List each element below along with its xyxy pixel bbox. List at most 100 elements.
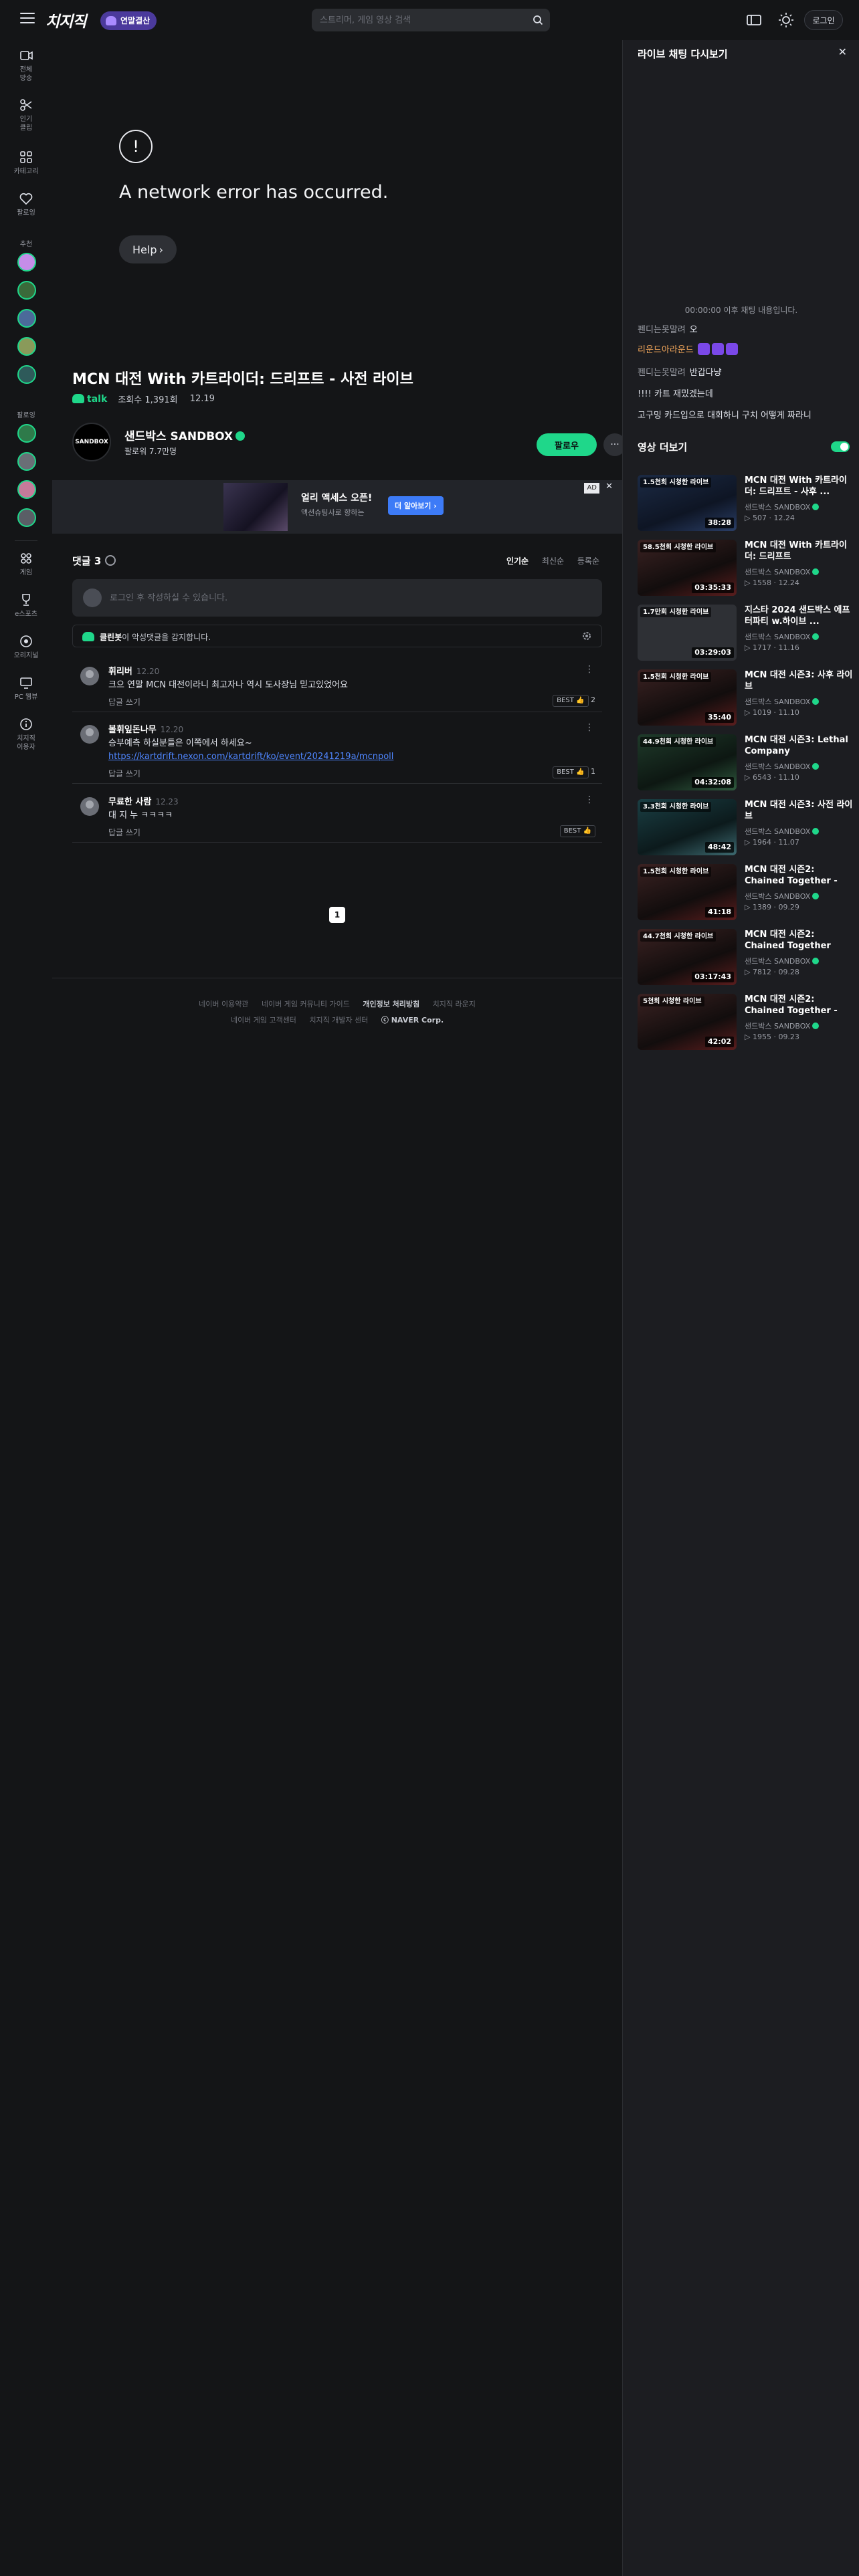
video-card-channel[interactable]: 샌드박스 SANDBOX [745, 761, 820, 772]
video-card-channel[interactable]: 샌드박스 SANDBOX [745, 566, 820, 577]
avatar[interactable] [17, 508, 36, 527]
video-card-title[interactable]: MCN 대전 With 카트라이더: 드리프트 [745, 540, 853, 562]
video-card-channel[interactable]: 샌드박스 SANDBOX [745, 891, 820, 901]
help-button[interactable]: Help › [119, 235, 177, 263]
ad-banner[interactable]: 얼리 액세스 오픈! 액션슈팅사로 향하는 더 알아보기 › AD ✕ [52, 480, 622, 534]
video-card-title[interactable]: MCN 대전 시즌2: Chained Together - 사... [745, 994, 853, 1016]
avatar[interactable] [17, 365, 36, 384]
video-card-channel[interactable]: 샌드박스 SANDBOX [745, 956, 820, 966]
search-input[interactable] [320, 9, 520, 31]
video-player[interactable]: ! A network error has occurred. Help › [52, 40, 622, 361]
like-count[interactable]: BEST 👍 2 [553, 695, 595, 707]
avatar[interactable] [17, 309, 36, 328]
footer-link-lounge[interactable]: 치지직 라운지 [433, 1000, 476, 1008]
comment-author[interactable]: 볼휘잎돈나무 12.20 [108, 722, 183, 735]
video-card[interactable]: 1.5천회 시청한 라이브 41:18 MCN 대전 시즌2: Chained To… [638, 864, 853, 920]
avatar[interactable] [80, 797, 99, 816]
video-thumbnail[interactable]: 44.9천회 시청한 라이브 04:32:08 [638, 734, 737, 790]
video-card-title[interactable]: MCN 대전 시즌2: Chained Together - 사... [745, 864, 853, 887]
video-card[interactable]: 3.3천회 시청한 라이브 48:42 MCN 대전 시즌3: 사전 라이브샌드박스… [638, 799, 853, 855]
footer-link-community-guide[interactable]: 네이버 게임 커뮤니티 가이드 [262, 1000, 350, 1008]
video-thumbnail[interactable]: 44.7천회 시청한 라이브 03:17:43 [638, 929, 737, 985]
follow-button[interactable]: 팔로우 [537, 433, 597, 456]
rail-item-pc-web[interactable]: PC 웹뷰 [0, 675, 52, 702]
avatar[interactable] [17, 452, 36, 471]
rail-item-all-live[interactable]: 전체 방송 [0, 48, 52, 83]
kebab-icon[interactable]: ⋮ [585, 664, 594, 675]
channel-name[interactable]: 샌드박스 SANDBOX [124, 427, 246, 443]
logo[interactable]: 치지직 [45, 9, 86, 31]
login-button[interactable]: 로그인 [804, 10, 843, 30]
rail-item-info[interactable]: 치지직 이용자 [0, 717, 52, 752]
chat-nick[interactable]: 펜디는못말려 [638, 368, 686, 378]
reply-button[interactable]: 답글 쓰기 [108, 827, 140, 838]
theater-mode-icon[interactable] [745, 11, 763, 29]
gear-icon[interactable] [581, 631, 592, 641]
rail-item-following[interactable]: 팔로잉 [0, 191, 52, 217]
rail-item-popular-clips[interactable]: 인기 클립 [0, 98, 52, 132]
video-card[interactable]: 5천회 시청한 라이브 42:02 MCN 대전 시즌2: Chained Toge… [638, 994, 853, 1050]
year-end-promo-badge[interactable]: 연말결산 [100, 11, 157, 30]
comment-link[interactable]: https://kartdrift.nexon.com/kartdrift/ko… [108, 750, 393, 764]
video-card-channel[interactable]: 샌드박스 SANDBOX [745, 631, 820, 642]
video-thumbnail[interactable]: 1.5천회 시청한 라이브 41:18 [638, 864, 737, 920]
video-thumbnail[interactable]: 1.7만회 시청한 라이브 03:29:03 [638, 605, 737, 661]
channel-avatar[interactable]: SANDBOX [72, 423, 111, 461]
video-card-title[interactable]: MCN 대전 시즌3: Lethal Company [745, 734, 853, 757]
close-icon[interactable]: ✕ [605, 481, 613, 492]
refresh-icon[interactable] [105, 555, 116, 566]
rail-item-esports[interactable]: e스포츠 [0, 593, 52, 619]
rail-item-categories[interactable]: 카테고리 [0, 150, 52, 176]
footer-link-developers[interactable]: 치지직 개발자 센터 [309, 1016, 368, 1025]
video-card[interactable]: 1.5천회 시청한 라이브 38:28 MCN 대전 With 카트라이더: 드리프… [638, 475, 853, 531]
close-icon[interactable]: ✕ [838, 45, 847, 58]
footer-link-privacy[interactable]: 개인정보 처리방침 [363, 1000, 419, 1008]
video-card-title[interactable]: MCN 대전 With 카트라이더: 드리프트 - 사후 ... [745, 475, 853, 498]
search-icon[interactable] [533, 15, 543, 25]
avatar[interactable] [17, 424, 36, 443]
avatar[interactable] [17, 337, 36, 356]
footer-link-terms[interactable]: 네이버 이용약관 [199, 1000, 248, 1008]
video-card[interactable]: 1.5천회 시청한 라이브 35:40 MCN 대전 시즌3: 사후 라이브샌드박스… [638, 669, 853, 726]
kebab-icon[interactable]: ⋮ [585, 722, 594, 733]
chat-nick[interactable]: 펜디는못말려 [638, 325, 686, 335]
video-thumbnail[interactable]: 3.3천회 시청한 라이브 48:42 [638, 799, 737, 855]
avatar[interactable] [17, 480, 36, 499]
video-card-channel[interactable]: 샌드박스 SANDBOX [745, 502, 820, 512]
sort-registered[interactable]: 등록순 [577, 556, 599, 566]
video-thumbnail[interactable]: 1.5천회 시청한 라이브 35:40 [638, 669, 737, 726]
video-card-title[interactable]: 지스타 2024 샌드박스 에프터파티 w.하이브 ... [745, 605, 853, 627]
avatar[interactable] [80, 725, 99, 744]
chat-nick[interactable]: 리운드아라운드 [638, 345, 694, 355]
ad-learn-more-button[interactable]: 더 알아보기 › [388, 496, 444, 515]
avatar[interactable] [80, 667, 99, 685]
sort-latest[interactable]: 최신순 [542, 556, 564, 566]
like-count[interactable]: BEST 👍 1 [553, 766, 595, 778]
autoplay-toggle[interactable] [831, 441, 850, 452]
kebab-icon[interactable]: ⋮ [585, 794, 594, 805]
video-thumbnail[interactable]: 1.5천회 시청한 라이브 38:28 [638, 475, 737, 531]
video-card-title[interactable]: MCN 대전 시즌3: 사후 라이브 [745, 669, 853, 692]
video-card[interactable]: 44.9천회 시청한 라이브 04:32:08 MCN 대전 시즌3: Lethal… [638, 734, 853, 790]
comment-input[interactable] [110, 579, 578, 617]
video-thumbnail[interactable]: 5천회 시청한 라이브 42:02 [638, 994, 737, 1050]
video-card[interactable]: 44.7천회 시청한 라이브 03:17:43 MCN 대전 시즌2: Chaine… [638, 929, 853, 985]
reply-button[interactable]: 답글 쓰기 [108, 696, 140, 708]
sort-popular[interactable]: 인기순 [506, 556, 529, 566]
comment-author[interactable]: 무료한 사람 12.23 [108, 794, 179, 807]
avatar[interactable] [17, 281, 36, 300]
footer-link-support[interactable]: 네이버 게임 고객센터 [231, 1016, 296, 1025]
video-card-title[interactable]: MCN 대전 시즌3: 사전 라이브 [745, 799, 853, 822]
reply-button[interactable]: 답글 쓰기 [108, 768, 140, 779]
like-count[interactable]: BEST 👍 [559, 825, 595, 837]
video-card-channel[interactable]: 샌드박스 SANDBOX [745, 696, 820, 707]
video-card[interactable]: 1.7만회 시청한 라이브 03:29:03 지스타 2024 샌드박스 에프터파티… [638, 605, 853, 661]
rail-item-game[interactable]: 게임 [0, 551, 52, 577]
avatar[interactable] [17, 253, 36, 272]
video-card-channel[interactable]: 샌드박스 SANDBOX [745, 826, 820, 837]
talk-badge[interactable]: talk [72, 393, 107, 405]
video-thumbnail[interactable]: 58.5천회 시청한 라이브 03:35:33 [638, 540, 737, 596]
video-card-channel[interactable]: 샌드박스 SANDBOX [745, 1021, 820, 1031]
menu-icon[interactable] [20, 13, 35, 25]
rail-item-original[interactable]: 오리지널 [0, 634, 52, 660]
